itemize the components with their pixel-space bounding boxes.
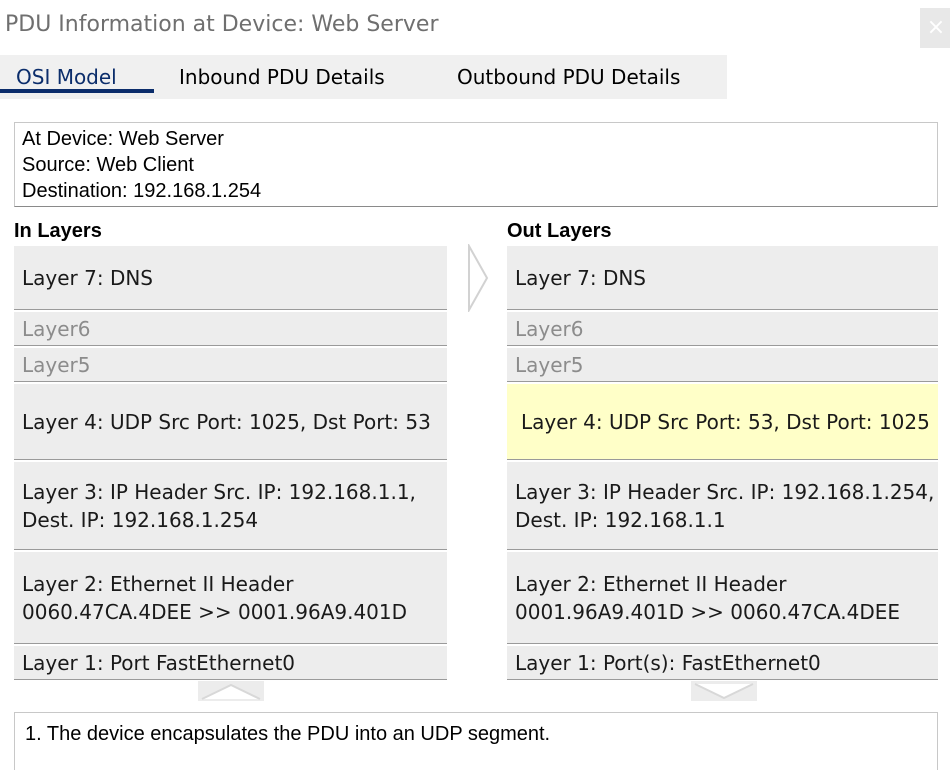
chevron-up-icon[interactable]	[198, 681, 264, 701]
tab-inbound-pdu-details[interactable]: Inbound PDU Details	[179, 55, 385, 99]
out-layer-2-label: Layer 2: Ethernet II Header 0001.96A9.40…	[515, 571, 901, 624]
in-layer-3[interactable]: Layer 3: IP Header Src. IP: 192.168.1.1,…	[14, 462, 447, 550]
destination-text: Destination: 192.168.1.254	[22, 180, 262, 202]
tab-bar: OSI Model Inbound PDU Details Outbound P…	[0, 55, 950, 99]
out-layer-7-label: Layer 7: DNS	[515, 265, 646, 290]
in-layer-5: Layer5	[14, 348, 447, 382]
in-layers-title: In Layers	[14, 220, 102, 242]
chevron-down-icon[interactable]	[691, 681, 757, 701]
title-bar: PDU Information at Device: Web Server ×	[0, 0, 950, 52]
in-layer-2-label: Layer 2: Ethernet II Header 0060.47CA.4D…	[22, 571, 408, 624]
window-title: PDU Information at Device: Web Server	[5, 12, 439, 37]
source-text: Source: Web Client	[22, 154, 194, 176]
out-layer-4-selected[interactable]: Layer 4: UDP Src Port: 53, Dst Port: 102…	[507, 384, 938, 460]
step-description-text: 1. The device encapsulates the PDU into …	[25, 723, 551, 745]
out-layer-6: Layer6	[507, 312, 938, 346]
out-layer-1-label: Layer 1: Port(s): FastEthernet0	[515, 650, 821, 675]
step-description-panel: 1. The device encapsulates the PDU into …	[14, 712, 938, 770]
close-button[interactable]: ×	[920, 8, 950, 48]
in-layer-1[interactable]: Layer 1: Port FastEthernet0	[14, 646, 447, 680]
in-layer-4-label: Layer 4: UDP Src Port: 1025, Dst Port: 5…	[22, 409, 431, 434]
tab-outbound-pdu-details[interactable]: Outbound PDU Details	[457, 55, 680, 99]
in-layer-4[interactable]: Layer 4: UDP Src Port: 1025, Dst Port: 5…	[14, 384, 447, 460]
out-layer-3-label: Layer 3: IP Header Src. IP: 192.168.1.25…	[515, 479, 935, 532]
in-layer-1-label: Layer 1: Port FastEthernet0	[22, 650, 296, 675]
out-layer-6-label: Layer6	[515, 316, 584, 341]
out-layers-title: Out Layers	[507, 220, 612, 242]
in-layer-7-label: Layer 7: DNS	[22, 265, 153, 290]
at-device-text: At Device: Web Server	[22, 128, 224, 150]
out-layer-2[interactable]: Layer 2: Ethernet II Header 0001.96A9.40…	[507, 552, 938, 644]
in-layer-3-label: Layer 3: IP Header Src. IP: 192.168.1.1,…	[22, 479, 416, 532]
in-layer-7[interactable]: Layer 7: DNS	[14, 246, 447, 310]
in-layer-6-label: Layer6	[22, 316, 91, 341]
out-layer-1[interactable]: Layer 1: Port(s): FastEthernet0	[507, 646, 938, 680]
out-layer-4-label: Layer 4: UDP Src Port: 53, Dst Port: 102…	[521, 409, 930, 434]
out-layer-3[interactable]: Layer 3: IP Header Src. IP: 192.168.1.25…	[507, 462, 938, 550]
in-layer-6: Layer6	[14, 312, 447, 346]
out-layer-5-label: Layer5	[515, 352, 584, 377]
in-layer-2[interactable]: Layer 2: Ethernet II Header 0060.47CA.4D…	[14, 552, 447, 644]
close-icon: ×	[926, 15, 946, 40]
chevron-right-icon	[468, 244, 489, 312]
device-info-panel: At Device: Web Server Source: Web Client…	[14, 122, 938, 207]
in-layer-5-label: Layer5	[22, 352, 91, 377]
active-tab-indicator	[0, 89, 154, 93]
out-layer-5: Layer5	[507, 348, 938, 382]
out-layer-7[interactable]: Layer 7: DNS	[507, 246, 938, 310]
